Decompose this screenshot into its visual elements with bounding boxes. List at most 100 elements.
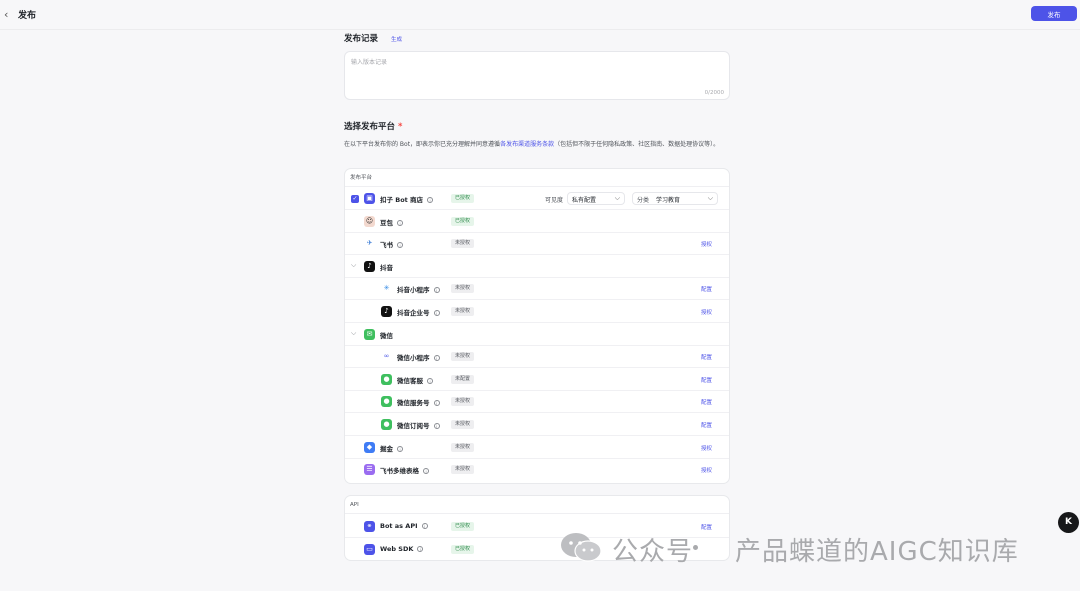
platform-description: 在以下平台发布你的 Bot，即表示你已充分理解并同意遵循各发布渠道服务条款（包括… xyxy=(344,139,732,150)
status-badge: 未授权 xyxy=(451,239,475,249)
status-badge: 已授权 xyxy=(451,544,475,554)
status-badge: 未授权 xyxy=(451,284,475,294)
category-select[interactable]: 分类 学习教育 ⌵ xyxy=(632,192,718,205)
platform-name: 飞书 i xyxy=(380,239,403,249)
platform-row: ☰ 飞书多维表格 i 未授权 授权 xyxy=(345,459,729,481)
info-icon[interactable]: i xyxy=(397,219,403,226)
status-badge: 未授权 xyxy=(451,307,475,316)
platform-name: 抖音企业号 i xyxy=(397,307,440,317)
platform-name-text: 微信客服 xyxy=(397,376,423,385)
api-name: Web SDK i xyxy=(380,544,424,553)
chevron-down-icon[interactable]: ⌵ xyxy=(351,329,356,338)
authorize-link[interactable]: 授权 xyxy=(701,240,712,248)
platform-row: ✳ 抖音小程序 i 未授权 配置 xyxy=(345,278,729,301)
watermark-text-left: 公众号 xyxy=(612,537,694,567)
status-badge: 未授权 xyxy=(451,420,475,429)
info-icon[interactable]: i xyxy=(397,445,403,452)
page-title: 发布 xyxy=(18,11,37,21)
required-mark: * xyxy=(397,122,403,132)
wechat-watermark-icon xyxy=(561,533,602,562)
info-icon[interactable]: i xyxy=(421,523,428,529)
platform-row: ✈ 飞书 i 未授权 授权 xyxy=(345,233,729,256)
platform-row: ♪ 抖音企业号 i 未授权 授权 xyxy=(345,301,729,323)
platform-name-text: 飞书多维表格 xyxy=(380,467,419,476)
info-icon[interactable]: i xyxy=(417,545,424,552)
chevron-down-icon: ⌵ xyxy=(707,194,713,202)
platform-title-text: 选择发布平台 xyxy=(344,122,396,132)
info-icon[interactable]: i xyxy=(427,377,433,384)
info-icon[interactable]: i xyxy=(433,355,440,362)
platform-name: 微信客服 i xyxy=(397,375,433,385)
status-badge: 已授权 xyxy=(451,522,475,531)
configure-link[interactable]: 配置 xyxy=(701,376,712,384)
platform-checkbox[interactable]: ✓ xyxy=(351,195,359,203)
status-badge: 未授权 xyxy=(451,442,475,452)
platform-name-text: 微信小程序 xyxy=(397,354,430,363)
platform-name-text: 掘金 xyxy=(380,444,393,453)
platform-name-text: 抖音小程序 xyxy=(397,286,430,295)
configure-link[interactable]: 配置 xyxy=(701,285,712,293)
desc-before: 在以下平台发布你的 Bot，即表示你已充分理解并同意遵循 xyxy=(344,141,501,148)
platform-card: 发布平台 ✓ ▣ 扣子 Bot 商店 i 已授权 可见度 私有配置 ⌵ 分类 学习教育 ⌵ ☺ 豆包 i 已… xyxy=(344,168,730,484)
info-icon[interactable]: i xyxy=(397,242,403,249)
status-badge: 已授权 xyxy=(451,216,475,226)
info-icon[interactable]: i xyxy=(433,310,440,316)
platform-card-head: 发布平台 xyxy=(345,169,729,187)
status-badge: 未授权 xyxy=(451,465,475,475)
category-value: 学习教育 xyxy=(656,197,681,204)
platform-name: 扣子 Bot 商店 i xyxy=(380,194,434,204)
chevron-down-icon[interactable]: ⌵ xyxy=(351,261,356,270)
douyin-enterprise-icon: ♪ xyxy=(381,306,392,317)
terms-link[interactable]: 各发布渠道服务条款 xyxy=(500,141,554,148)
record-title: 发布记录 xyxy=(344,34,379,44)
configure-link[interactable]: 配置 xyxy=(701,398,712,406)
status-badge: 未授权 xyxy=(451,352,475,362)
platform-row: ◆ 掘金 i 未授权 授权 xyxy=(345,437,729,459)
platform-name-text: 豆包 xyxy=(380,218,393,227)
info-icon[interactable]: i xyxy=(423,468,429,475)
configure-link[interactable]: 配置 xyxy=(701,353,712,361)
api-name-text: Web SDK xyxy=(380,544,414,553)
watermark: 公众号 产品蝶道的AIGC知识库 xyxy=(560,528,1060,568)
platform-row: ● 微信客服 i 未配置 配置 xyxy=(345,369,729,391)
api-card-head: API xyxy=(345,496,729,514)
platform-name-text: 微信 xyxy=(380,331,393,340)
platform-row: ☺ 豆包 i 已授权 xyxy=(345,211,729,233)
info-icon[interactable]: i xyxy=(433,287,440,294)
authorize-link[interactable]: 授权 xyxy=(701,466,712,474)
category-label: 分类 xyxy=(637,197,650,204)
coze-store-icon: ▣ xyxy=(364,193,375,204)
version-record-textarea[interactable]: 输入版本记录 0/2000 xyxy=(344,51,730,100)
info-icon[interactable]: i xyxy=(433,400,440,407)
platform-name-text: 飞书 xyxy=(380,241,393,250)
configure-link[interactable]: 配置 xyxy=(701,421,712,429)
char-counter: 0/2000 xyxy=(704,90,724,96)
api-name: Bot as API i xyxy=(380,522,428,530)
top-bar: ‹ 发布 发布 xyxy=(0,0,1080,30)
api-name-text: Bot as API xyxy=(380,522,418,530)
platform-row: ⌵ ✉ 微信 xyxy=(345,324,729,346)
juejin-icon: ◆ xyxy=(364,441,375,453)
publish-button[interactable]: 发布 xyxy=(1031,6,1077,21)
watermark-separator xyxy=(693,545,698,550)
platform-name-text: 抖音 xyxy=(380,263,393,272)
platform-name: 微信订阅号 i xyxy=(397,420,440,430)
info-icon[interactable]: i xyxy=(433,423,440,429)
authorize-link[interactable]: 授权 xyxy=(701,308,712,316)
authorize-link[interactable]: 授权 xyxy=(701,444,712,452)
chevron-left-icon[interactable]: ‹ xyxy=(4,8,8,21)
feishu-bitable-icon: ☰ xyxy=(364,464,375,476)
info-icon[interactable]: i xyxy=(427,197,434,203)
generate-link[interactable]: 生成 xyxy=(391,35,402,43)
platform-row: ⌵ ♪ 抖音 xyxy=(345,256,729,278)
douyin-icon: ♪ xyxy=(364,260,375,272)
chevron-down-icon: ⌵ xyxy=(614,194,620,202)
platform-name: 飞书多维表格 i xyxy=(380,465,429,475)
visibility-select[interactable]: 私有配置 ⌵ xyxy=(567,192,625,205)
platform-name: 微信服务号 i xyxy=(397,397,440,407)
platform-name-text: 微信订阅号 xyxy=(397,422,430,430)
floating-assistant-button[interactable]: K xyxy=(1058,512,1079,533)
platform-name: 豆包 i xyxy=(380,217,403,227)
feishu-icon: ✈ xyxy=(364,238,375,250)
platform-row: ● 微信服务号 i 未授权 配置 xyxy=(345,391,729,414)
